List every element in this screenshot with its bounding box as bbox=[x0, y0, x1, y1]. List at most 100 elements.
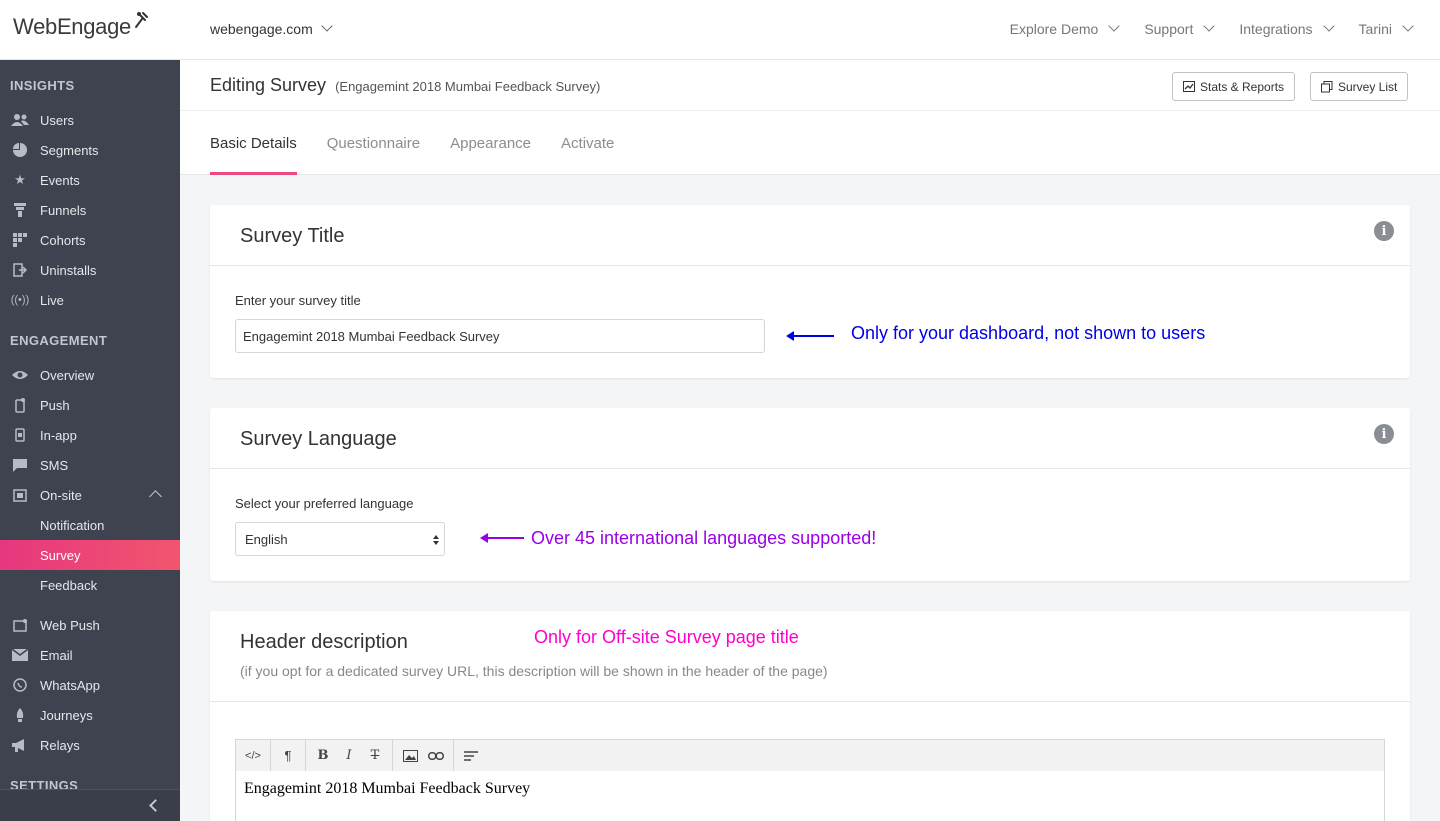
bold-button[interactable]: B bbox=[310, 743, 336, 769]
stats-reports-button[interactable]: Stats & Reports bbox=[1172, 72, 1296, 101]
survey-list-button[interactable]: Survey List bbox=[1310, 72, 1409, 101]
browser-icon bbox=[10, 617, 30, 633]
sidebar-item-segments[interactable]: Segments bbox=[0, 135, 180, 165]
eye-icon bbox=[10, 367, 30, 383]
sidebar-item-users[interactable]: Users bbox=[0, 105, 180, 135]
sidebar-item-live[interactable]: ((•)) Live bbox=[0, 285, 180, 315]
sidebar-item-in-app[interactable]: In-app bbox=[0, 420, 180, 450]
survey-title-annotation: Only for your dashboard, not shown to us… bbox=[851, 323, 1206, 343]
tab-questionnaire[interactable]: Questionnaire bbox=[327, 111, 420, 175]
logo-mark-icon bbox=[135, 12, 148, 28]
sidebar-item-label: Live bbox=[40, 292, 64, 308]
rich-text-editor[interactable]: Engagemint 2018 Mumbai Feedback Survey bbox=[235, 771, 1385, 821]
broadcast-icon: ((•)) bbox=[10, 294, 30, 306]
chevron-up-icon[interactable] bbox=[149, 490, 162, 503]
users-icon bbox=[10, 112, 30, 128]
sidebar-item-label: Uninstalls bbox=[40, 262, 97, 278]
info-icon[interactable]: i bbox=[1374, 424, 1394, 444]
sidebar-item-label: Notification bbox=[40, 517, 105, 533]
sidebar-item-whatsapp[interactable]: WhatsApp bbox=[0, 670, 180, 700]
sidebar-item-label: SMS bbox=[40, 457, 69, 473]
tab-appearance[interactable]: Appearance bbox=[450, 111, 531, 175]
sidebar-item-notification[interactable]: Notification bbox=[0, 510, 180, 540]
survey-language-card: Survey Language i Select your preferred … bbox=[210, 408, 1410, 581]
toolbar-group bbox=[393, 740, 454, 771]
chevron-down-icon bbox=[321, 20, 333, 32]
link-button[interactable] bbox=[423, 743, 449, 769]
sidebar-item-label: On-site bbox=[40, 487, 82, 503]
funnel-icon bbox=[10, 202, 30, 218]
header-hint: (if you opt for a dedicated survey URL, … bbox=[240, 663, 828, 679]
explore-demo-menu[interactable]: Explore Demo bbox=[1010, 20, 1120, 37]
sidebar-item-email[interactable]: Email bbox=[0, 640, 180, 670]
exit-icon bbox=[10, 262, 30, 278]
language-label: Select your preferred language bbox=[235, 496, 414, 511]
tab-bar: Basic Details Questionnaire Appearance A… bbox=[210, 111, 614, 175]
sidebar-item-survey[interactable]: Survey bbox=[0, 540, 180, 570]
sidebar-item-overview[interactable]: Overview bbox=[0, 360, 180, 390]
editor-toolbar: </> ¶ B I T bbox=[235, 739, 1385, 772]
sidebar-item-cohorts[interactable]: Cohorts bbox=[0, 225, 180, 255]
pie-icon bbox=[10, 142, 30, 158]
sidebar: INSIGHTS Users Segments ★ Events Funnels… bbox=[0, 60, 180, 821]
sidebar-item-label: Email bbox=[40, 647, 73, 663]
sidebar-footer bbox=[0, 789, 180, 821]
support-label: Support bbox=[1144, 21, 1194, 37]
logo-text: WebEngage bbox=[13, 14, 131, 39]
language-select[interactable]: English bbox=[235, 522, 445, 556]
chevron-down-icon bbox=[1322, 20, 1335, 32]
paragraph-button[interactable]: ¶ bbox=[275, 743, 301, 769]
code-view-button[interactable]: </> bbox=[240, 743, 266, 769]
select-arrows-icon bbox=[433, 535, 439, 545]
sidebar-item-web-push[interactable]: Web Push bbox=[0, 610, 180, 640]
sidebar-item-label: In-app bbox=[40, 427, 77, 443]
page-subtitle: (Engagemint 2018 Mumbai Feedback Survey) bbox=[335, 79, 601, 94]
domain-label: webengage.com bbox=[210, 21, 313, 37]
toolbar-group: ¶ bbox=[271, 740, 306, 771]
sidebar-item-relays[interactable]: Relays bbox=[0, 730, 180, 760]
info-icon[interactable]: i bbox=[1374, 221, 1394, 241]
tab-activate[interactable]: Activate bbox=[561, 111, 614, 175]
italic-button[interactable]: I bbox=[336, 743, 362, 769]
sidebar-item-feedback[interactable]: Feedback bbox=[0, 570, 180, 600]
collapse-sidebar-icon[interactable] bbox=[149, 799, 162, 812]
user-menu[interactable]: Tarini bbox=[1359, 20, 1414, 37]
language-annotation: Over 45 international languages supporte… bbox=[531, 528, 877, 548]
survey-title-input[interactable]: Engagemint 2018 Mumbai Feedback Survey bbox=[235, 319, 765, 353]
copy-icon bbox=[1321, 80, 1333, 92]
window-icon bbox=[10, 487, 30, 503]
tab-basic-details[interactable]: Basic Details bbox=[210, 111, 297, 175]
sidebar-item-push[interactable]: Push bbox=[0, 390, 180, 420]
sidebar-item-label: Push bbox=[40, 397, 70, 413]
sidebar-item-label: Survey bbox=[40, 547, 81, 563]
webengage-logo[interactable]: WebEngage bbox=[13, 12, 149, 40]
support-menu[interactable]: Support bbox=[1144, 20, 1216, 37]
card-header: Survey Title i bbox=[210, 205, 1410, 266]
align-left-icon bbox=[464, 750, 478, 761]
sidebar-item-funnels[interactable]: Funnels bbox=[0, 195, 180, 225]
align-button[interactable] bbox=[458, 743, 484, 769]
image-button[interactable] bbox=[397, 743, 423, 769]
strikethrough-button[interactable]: T bbox=[362, 743, 388, 769]
top-bar: WebEngage webengage.com Explore Demo Sup… bbox=[0, 0, 1440, 60]
sidebar-item-label: Users bbox=[40, 112, 74, 128]
chevron-down-icon bbox=[1402, 20, 1414, 32]
toolbar-group bbox=[454, 740, 488, 771]
mail-icon bbox=[10, 647, 30, 663]
survey-list-label: Survey List bbox=[1338, 79, 1398, 94]
sidebar-item-on-site[interactable]: On-site bbox=[0, 480, 180, 510]
chevron-down-icon bbox=[1108, 20, 1120, 32]
sidebar-item-uninstalls[interactable]: Uninstalls bbox=[0, 255, 180, 285]
sidebar-item-events[interactable]: ★ Events bbox=[0, 165, 180, 195]
sidebar-item-journeys[interactable]: Journeys bbox=[0, 700, 180, 730]
sidebar-section-engagement: ENGAGEMENT bbox=[10, 332, 108, 348]
whatsapp-icon bbox=[10, 677, 30, 693]
top-nav: Explore Demo Support Integrations Tarini bbox=[1010, 20, 1414, 37]
card-header: Survey Language i bbox=[210, 408, 1410, 469]
sidebar-section-insights: INSIGHTS bbox=[10, 77, 75, 93]
chat-icon bbox=[10, 457, 30, 473]
arrow-left-icon bbox=[786, 331, 834, 341]
sidebar-item-sms[interactable]: SMS bbox=[0, 450, 180, 480]
integrations-menu[interactable]: Integrations bbox=[1239, 20, 1335, 37]
domain-selector[interactable]: webengage.com bbox=[210, 20, 333, 37]
